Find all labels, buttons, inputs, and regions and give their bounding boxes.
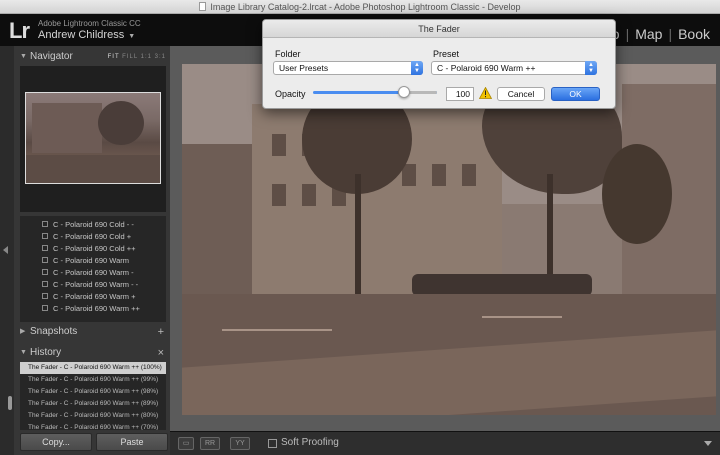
preset-select[interactable]: C - Polaroid 690 Warm ++ ▲ ▼ — [431, 61, 597, 75]
develop-toolbar: ▭ RR YY Soft Proofing — [170, 431, 720, 455]
preset-item[interactable]: C - Polaroid 690 Warm ++ — [42, 304, 140, 313]
preset-label: Preset — [433, 49, 460, 59]
loupe-view-button[interactable]: ▭ — [178, 437, 194, 450]
copy-paste-row: Copy... Paste — [18, 433, 170, 453]
thumbnail-road — [26, 155, 160, 183]
opacity-label: Opacity — [275, 89, 306, 99]
preset-select-value: C - Polaroid 690 Warm ++ — [437, 63, 536, 73]
photo-building-left — [182, 144, 262, 294]
warning-icon — [479, 87, 492, 99]
preset-item[interactable]: C - Polaroid 690 Cold ++ — [42, 244, 136, 253]
history-item[interactable]: The Fader - C - Polaroid 690 Warm ++ (99… — [20, 374, 166, 386]
preset-item[interactable]: C - Polaroid 690 Warm — [42, 256, 129, 265]
app-name: Adobe Lightroom Classic CC — [38, 19, 141, 28]
before-after-split-button[interactable]: YY — [230, 437, 250, 450]
preset-item[interactable]: C - Polaroid 690 Cold + — [42, 232, 131, 241]
history-item[interactable]: The Fader - C - Polaroid 690 Warm ++ (98… — [20, 386, 166, 398]
expand-triangle-icon: ▼ — [20, 349, 27, 356]
history-list: The Fader - C - Polaroid 690 Warm ++ (10… — [20, 362, 166, 430]
preset-icon — [42, 245, 48, 251]
navigator-zoom-modes: FIT FILL 1:1 3:1 — [108, 48, 166, 66]
ok-button[interactable]: OK — [551, 87, 600, 101]
history-item[interactable]: The Fader - C - Polaroid 690 Warm ++ (70… — [20, 422, 166, 430]
history-item[interactable]: The Fader - C - Polaroid 690 Warm ++ (80… — [20, 410, 166, 422]
left-panel-scrollbar[interactable] — [8, 396, 12, 410]
preset-icon — [42, 257, 48, 263]
photo-window — [432, 164, 446, 186]
user-name-menu[interactable]: Andrew Childress ▼ — [38, 29, 135, 41]
snapshots-header[interactable]: ▶ Snapshots + — [18, 323, 168, 341]
preset-list: C - Polaroid 690 Cold - - C - Polaroid 6… — [20, 216, 166, 322]
soft-proofing-checkbox[interactable] — [268, 439, 277, 448]
popup-stepper-icon: ▲ ▼ — [411, 61, 423, 75]
zoom-1-1[interactable]: 1:1 — [141, 54, 152, 60]
preset-item[interactable]: C - Polaroid 690 Warm - - — [42, 280, 138, 289]
folder-select-value: User Presets — [279, 63, 329, 73]
zoom-3-1[interactable]: 3:1 — [155, 54, 166, 60]
preset-icon — [42, 221, 48, 227]
photo-window — [272, 184, 286, 206]
collapse-triangle-icon: ▶ — [20, 328, 26, 335]
add-snapshot-icon[interactable]: + — [158, 323, 164, 341]
dialog-title: The Fader — [263, 20, 615, 38]
collapse-left-panel-icon[interactable] — [3, 246, 8, 254]
navigator-preview[interactable] — [20, 66, 166, 212]
module-book[interactable]: Book — [672, 26, 716, 42]
window-title: Image Library Catalog-2.lrcat - Adobe Ph… — [210, 2, 521, 12]
photo-road-marking — [222, 329, 332, 331]
cancel-button[interactable]: Cancel — [497, 87, 545, 101]
navigator-header[interactable]: ▼ Navigator FIT FILL 1:1 3:1 — [18, 48, 168, 66]
paste-button[interactable]: Paste — [96, 433, 168, 451]
photo-road-marking — [482, 316, 562, 318]
folder-select[interactable]: User Presets ▲ ▼ — [273, 61, 423, 75]
preset-icon — [42, 269, 48, 275]
thumbnail-building — [32, 103, 102, 153]
photo-window — [462, 164, 476, 186]
photo-window — [272, 134, 286, 156]
history-item[interactable]: The Fader - C - Polaroid 690 Warm ++ (10… — [20, 362, 166, 374]
opacity-value-field[interactable]: 100 — [446, 87, 474, 101]
window-title-bar: Image Library Catalog-2.lrcat - Adobe Ph… — [0, 0, 720, 14]
fader-dialog: The Fader Folder User Presets ▲ ▼ Preset … — [262, 19, 616, 109]
preset-icon — [42, 305, 48, 311]
left-panel-edge — [0, 46, 14, 455]
module-map[interactable]: Map — [629, 26, 668, 42]
user-name: Andrew Childress — [38, 29, 125, 41]
document-icon — [199, 2, 207, 11]
preset-icon — [42, 281, 48, 287]
popup-stepper-icon: ▲ ▼ — [585, 61, 597, 75]
navigator-thumbnail — [25, 92, 161, 184]
chevron-down-icon: ▼ — [128, 33, 136, 40]
history-title: History — [30, 347, 62, 358]
preset-icon — [42, 233, 48, 239]
opacity-slider[interactable] — [313, 91, 437, 94]
navigator-title: Navigator — [30, 51, 73, 62]
clear-history-icon[interactable]: × — [158, 344, 164, 362]
photo-tree — [602, 144, 672, 244]
soft-proofing-label: Soft Proofing — [281, 437, 339, 448]
before-after-button[interactable]: RR — [200, 437, 220, 450]
opacity-slider-knob[interactable] — [398, 86, 410, 98]
preset-icon — [42, 293, 48, 299]
develop-photo[interactable] — [182, 64, 716, 415]
lightroom-logo: Lr — [9, 18, 30, 43]
zoom-fit[interactable]: FIT — [108, 54, 120, 60]
preset-item[interactable]: C - Polaroid 690 Warm + — [42, 292, 135, 301]
expand-triangle-icon: ▼ — [20, 53, 27, 60]
photo-parked-cars — [412, 274, 592, 296]
left-panel: ▼ Navigator FIT FILL 1:1 3:1 C - Polaroi… — [14, 46, 170, 455]
history-item[interactable]: The Fader - C - Polaroid 690 Warm ++ (89… — [20, 398, 166, 410]
photo-window — [302, 184, 316, 206]
snapshots-title: Snapshots — [30, 326, 78, 337]
zoom-fill[interactable]: FILL — [122, 54, 138, 60]
toolbar-menu-arrow-icon[interactable] — [704, 441, 712, 446]
preset-item[interactable]: C - Polaroid 690 Cold - - — [42, 220, 134, 229]
folder-label: Folder — [275, 49, 301, 59]
module-picker: o | Map | Book — [606, 26, 716, 42]
history-header[interactable]: ▼ History × — [18, 344, 168, 362]
thumbnail-tree — [98, 101, 144, 145]
preset-item[interactable]: C - Polaroid 690 Warm - — [42, 268, 134, 277]
photo-tree-trunk — [355, 174, 361, 294]
copy-button[interactable]: Copy... — [20, 433, 92, 451]
